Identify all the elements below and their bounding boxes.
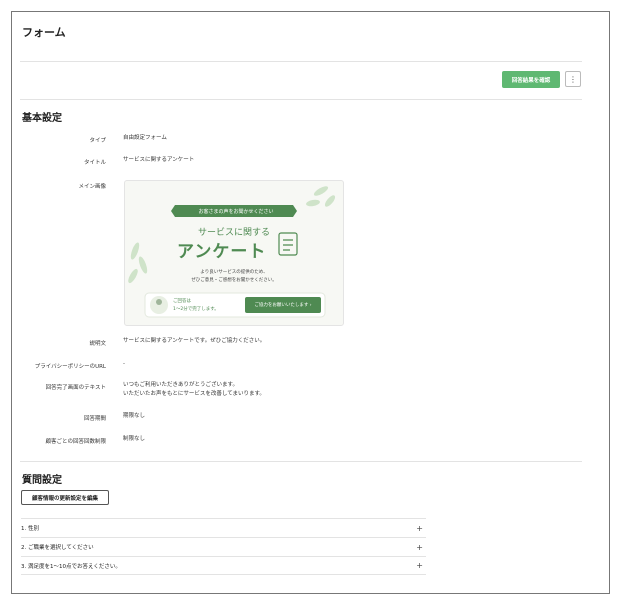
- more-menu-button[interactable]: ⋮: [565, 71, 581, 87]
- question-row[interactable]: 3. 満足度を1〜10点でお答えください。 +: [21, 556, 426, 575]
- field-label-privacy-url: プライバシーポリシーのURL: [34, 364, 106, 370]
- question-label: 2. ご職業を選択してください: [21, 545, 94, 551]
- field-label-title: タイトル: [83, 160, 106, 166]
- banner-sub-2: ぜひご意見・ご感想をお聞かせください。: [191, 278, 277, 283]
- more-icon: ⋮: [569, 74, 577, 84]
- question-label: 1. 性別: [21, 526, 39, 532]
- main-image-banner: お客さまの声をお聞かせください サービスに関する アンケート より良いサービスの…: [124, 180, 344, 326]
- question-row[interactable]: 2. ご職業を選択してください +: [21, 537, 426, 556]
- banner-time-2: 1〜2分で完了します。: [173, 307, 219, 312]
- question-label: 3. 満足度を1〜10点でお答えください。: [21, 563, 121, 570]
- field-value-type: 自由設定フォーム: [123, 135, 167, 141]
- field-label-description: 説明文: [89, 341, 106, 347]
- field-value-limit: 制限なし: [123, 436, 146, 442]
- question-row[interactable]: 1. 性別 +: [21, 518, 426, 537]
- field-value-title: サービスに関するアンケート: [123, 157, 195, 163]
- plus-icon[interactable]: +: [416, 561, 423, 570]
- field-value-complete-text-2: いただいたお声をもとにサービスを改善してまいります。: [123, 391, 265, 397]
- banner-ribbon-text: お客さまの声をお聞かせください: [198, 208, 274, 215]
- banner-cta-text: ご協力をお願いいたします ›: [254, 303, 312, 308]
- plus-icon[interactable]: +: [416, 524, 423, 533]
- field-label-type: タイプ: [89, 138, 106, 144]
- field-label-complete-text: 回答完了画面のテキスト: [45, 385, 106, 391]
- field-value-period: 期限なし: [123, 413, 146, 419]
- page-title: フォーム: [22, 26, 66, 39]
- view-results-button[interactable]: 回答結果を確認: [502, 71, 560, 88]
- field-label-main-image: メイン画像: [78, 184, 106, 190]
- field-value-description: サービスに関するアンケートです。ぜひご協力ください。: [123, 338, 266, 344]
- divider: [20, 461, 582, 462]
- field-value-complete-text-1: いつもご利用いただきありがとうございます。: [123, 382, 238, 388]
- banner-sub-1: より良いサービスの提供のため、: [200, 270, 268, 275]
- field-value-privacy-url: -: [123, 361, 125, 367]
- edit-customer-update-button[interactable]: 顧客情報の更新設定を編集: [21, 490, 109, 505]
- form-detail-panel: フォーム 回答結果を確認 ⋮ 基本設定 タイプ 自由設定フォーム タイトル サー…: [11, 11, 610, 594]
- question-settings-title: 質問設定: [22, 475, 62, 486]
- banner-heading-2: アンケート: [177, 242, 267, 262]
- field-label-period: 回答期間: [83, 416, 106, 422]
- banner-time-1: ご回答は: [173, 299, 191, 304]
- divider: [20, 61, 582, 62]
- plus-icon[interactable]: +: [416, 543, 423, 552]
- divider: [20, 99, 582, 100]
- field-label-limit: 顧客ごとの回答回数制限: [45, 439, 106, 445]
- basic-settings-title: 基本設定: [22, 113, 62, 124]
